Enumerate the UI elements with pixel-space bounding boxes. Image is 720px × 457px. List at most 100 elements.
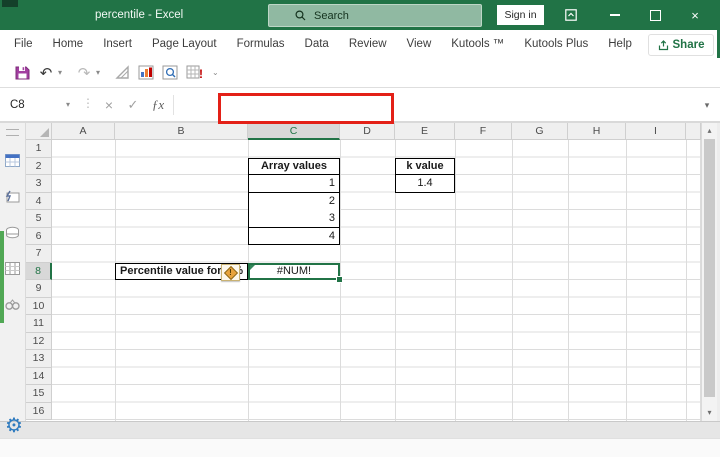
row-header-5[interactable]: 5 [26, 210, 52, 228]
gridline [115, 140, 116, 421]
undo-icon: ↶ [39, 64, 53, 82]
kutools-settings-gear-icon[interactable]: ⚙ [2, 414, 26, 438]
error-options-button[interactable]: ! [221, 264, 240, 281]
fill-handle[interactable] [336, 276, 343, 283]
ribbon-tab-formulas[interactable]: Formulas [227, 30, 295, 58]
redo-button[interactable]: ↷ [72, 62, 96, 84]
ribbon-tab-page-layout[interactable]: Page Layout [142, 30, 227, 58]
cell-E2[interactable]: k value [395, 157, 455, 175]
restore-button[interactable] [636, 0, 674, 30]
row-header-2[interactable]: 2 [26, 157, 52, 175]
expand-formula-bar-icon[interactable]: ▾ [698, 93, 716, 117]
ribbon-tab-help[interactable]: Help [598, 30, 642, 58]
workbook-sheet-icon[interactable] [4, 153, 21, 168]
name-box-dropdown[interactable]: ▾ [60, 93, 76, 117]
scroll-down-icon[interactable]: ▾ [702, 406, 717, 420]
ribbon-tab-home[interactable]: Home [43, 30, 94, 58]
row-header-7[interactable]: 7 [26, 245, 52, 263]
chart-button[interactable] [134, 62, 158, 84]
find-replace-icon[interactable] [4, 297, 21, 312]
cell-C4[interactable]: 2 [248, 192, 340, 210]
row-header-12[interactable]: 12 [26, 332, 52, 350]
column-header-E[interactable]: E [395, 123, 455, 140]
column-header-H[interactable]: H [568, 123, 626, 140]
enter-icon[interactable]: ✓ [122, 93, 144, 117]
undo-dropdown[interactable]: ▾ [58, 68, 68, 77]
column-header-A[interactable]: A [52, 123, 115, 140]
column-header-B[interactable]: B [115, 123, 248, 140]
ribbon-display-options-button[interactable] [552, 0, 590, 30]
row-header-3[interactable]: 3 [26, 175, 52, 193]
redo-dropdown[interactable]: ▾ [96, 68, 106, 77]
cell-C6[interactable]: 4 [248, 227, 340, 245]
column-header-I[interactable]: I [626, 123, 686, 140]
row-header-13[interactable]: 13 [26, 350, 52, 368]
undo-button[interactable]: ↶ [34, 62, 58, 84]
set-square-button[interactable] [110, 62, 134, 84]
redo-icon: ↷ [77, 64, 91, 82]
select-all-icon [40, 128, 49, 137]
pane-handle-icon[interactable] [6, 129, 19, 136]
insert-function-icon[interactable]: ƒx [146, 93, 170, 117]
ribbon-tab-data[interactable]: Data [295, 30, 339, 58]
vertical-scrollbar[interactable]: ▴ ▾ [701, 123, 717, 421]
row-header-1[interactable]: 1 [26, 140, 52, 158]
cell-C5[interactable]: 3 [248, 210, 340, 228]
ribbon-tab-view[interactable]: View [397, 30, 442, 58]
select-all-corner[interactable] [26, 123, 52, 140]
ribbon-tab-kutools-plus[interactable]: Kutools Plus [514, 30, 598, 58]
row-header-6[interactable]: 6 [26, 227, 52, 245]
row-header-16[interactable]: 16 [26, 402, 52, 420]
autotext-icon[interactable] [4, 189, 21, 204]
ribbon-tab-insert[interactable]: Insert [93, 30, 142, 58]
column-header-D[interactable]: D [340, 123, 395, 140]
row-header-14[interactable]: 14 [26, 367, 52, 385]
column-header-C[interactable]: C [248, 123, 340, 140]
column-header-partial[interactable] [686, 123, 701, 140]
navigation-pane-strip [0, 123, 26, 421]
share-icon [658, 39, 668, 50]
row-header-11[interactable]: 11 [26, 315, 52, 333]
row-header-10[interactable]: 10 [26, 297, 52, 315]
svg-text:!: ! [199, 67, 202, 80]
search-input[interactable]: Search [268, 4, 482, 27]
save-button[interactable] [10, 62, 34, 84]
row-header-4[interactable]: 4 [26, 192, 52, 210]
sheet-grid[interactable]: A B C D E F G H I 1 2 3 4 5 6 7 8 9 10 11 12 13 14 15 16 Array va… [26, 123, 701, 421]
gridline [512, 140, 513, 421]
quick-access-toolbar: ↶ ▾ ↷ ▾ ! ⌄ [0, 58, 720, 88]
column-header-G[interactable]: G [512, 123, 568, 140]
cancel-icon[interactable]: × [98, 93, 120, 117]
vertical-scrollbar-thumb[interactable] [704, 139, 715, 397]
cell-C3[interactable]: 1 [248, 175, 340, 193]
cell-C2[interactable]: Array values [248, 157, 340, 175]
close-button[interactable]: × [676, 0, 714, 30]
customize-toolbar-dropdown[interactable]: ⌄ [212, 68, 222, 77]
scroll-up-icon[interactable]: ▴ [702, 124, 717, 138]
row-header-9[interactable]: 9 [26, 280, 52, 298]
cell-E3[interactable]: 1.4 [395, 175, 455, 193]
ribbon-tab-file[interactable]: File [4, 30, 43, 58]
row-header-15[interactable]: 15 [26, 385, 52, 403]
chart-icon [138, 65, 154, 80]
column-header-F[interactable]: F [455, 123, 512, 140]
error-check-button[interactable]: ! [182, 62, 206, 84]
excel-window: percentile - Excel Search Sign in × File… [0, 0, 720, 457]
ribbon-tab-review[interactable]: Review [339, 30, 397, 58]
cell-C8[interactable]: #NUM! [248, 262, 340, 280]
row-header-8[interactable]: 8 [26, 262, 52, 280]
column-list-icon[interactable] [4, 261, 21, 276]
print-preview-button[interactable] [158, 62, 182, 84]
share-button[interactable]: Share [648, 34, 714, 56]
minimize-button[interactable] [596, 0, 634, 30]
sign-in-button[interactable]: Sign in [497, 5, 544, 25]
window-title: percentile - Excel [95, 9, 184, 21]
name-manager-icon[interactable] [4, 225, 21, 240]
error-exclamation: ! [229, 268, 232, 277]
cell-B8-label: Percentile value for [120, 265, 222, 278]
ribbon-tab-kutools[interactable]: Kutools ™ [441, 30, 514, 58]
grid-body[interactable] [52, 140, 701, 420]
gridline [626, 140, 627, 421]
formula-bar-handle[interactable]: ⋮ [82, 96, 94, 110]
error-indicator-triangle [250, 264, 255, 270]
